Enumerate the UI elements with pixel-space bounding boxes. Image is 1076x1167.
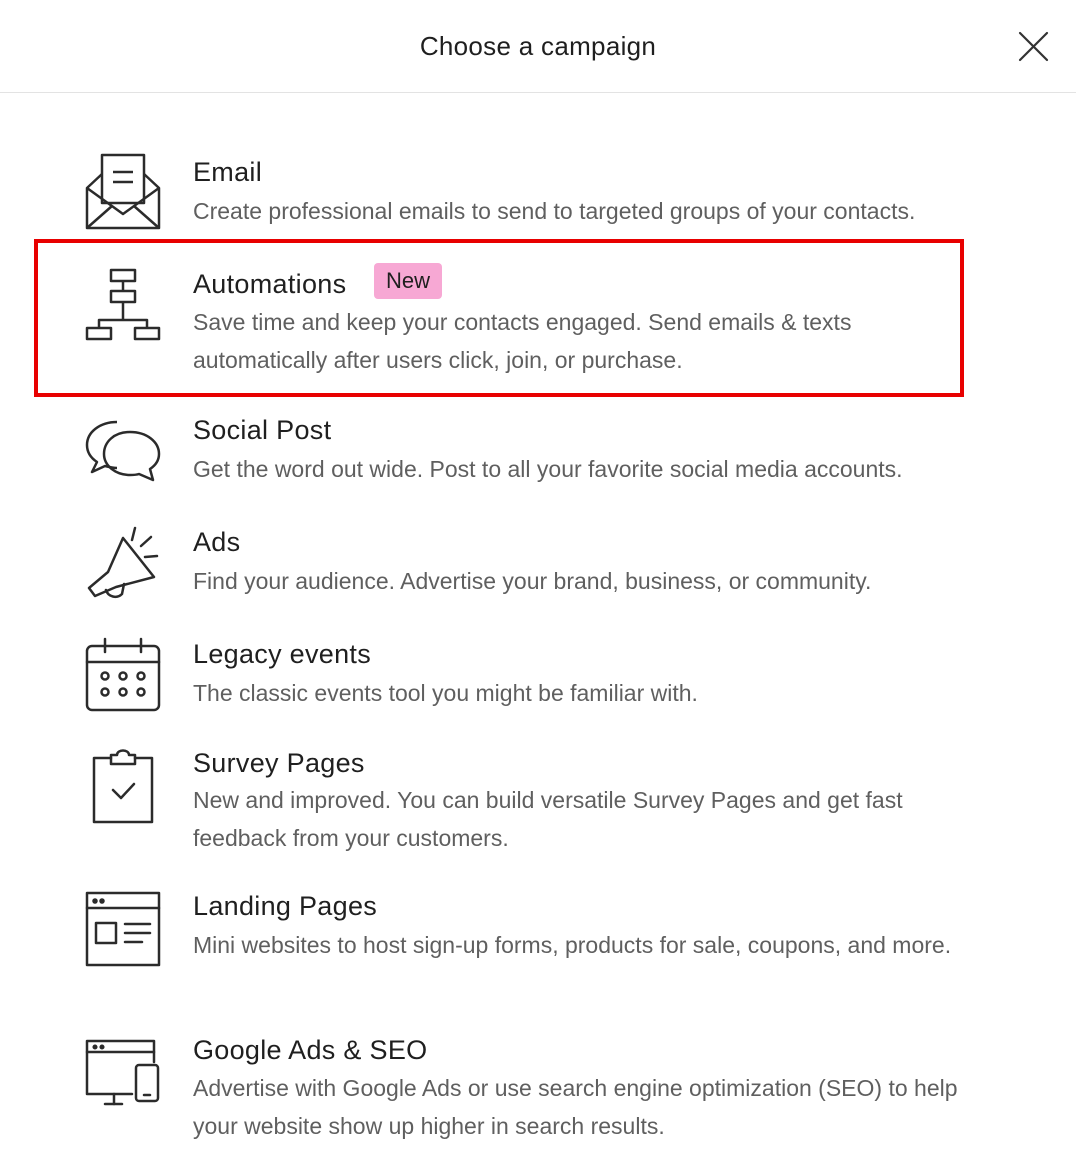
megaphone-icon [80, 524, 166, 604]
campaign-option-google-ads-seo[interactable]: Google Ads & SEO Advertise with Google A… [0, 1020, 1076, 1150]
option-title: Survey Pages [193, 748, 365, 778]
close-button[interactable] [1012, 26, 1054, 68]
new-badge: New [374, 263, 443, 299]
campaign-option-ads[interactable]: Ads Find your audience. Advertise your b… [0, 512, 1076, 612]
option-description: New and improved. You can build versatil… [193, 787, 903, 851]
campaign-option-landing-pages[interactable]: Landing Pages Mini websites to host sign… [0, 876, 1076, 1006]
campaign-option-social-post[interactable]: Social Post Get the word out wide. Post … [0, 400, 1076, 500]
campaign-option-automations[interactable]: Automations New Save time and keep your … [0, 250, 1076, 390]
campaign-option-legacy-events[interactable]: Legacy events The classic events tool yo… [0, 624, 1076, 724]
page-title: Choose a campaign [419, 31, 657, 61]
option-title: Legacy events [193, 639, 372, 669]
envelope-icon [80, 152, 166, 232]
option-description: Get the word out wide. Post to all your … [193, 456, 903, 482]
option-description: Mini websites to host sign-up forms, pro… [193, 932, 952, 958]
option-title: Social Post [193, 415, 332, 445]
option-description: Save time and keep your contacts engaged… [193, 309, 852, 373]
option-title: Landing Pages [193, 891, 378, 921]
devices-icon [80, 1038, 166, 1118]
campaign-option-survey-pages[interactable]: Survey Pages New and improved. You can b… [0, 734, 1076, 864]
option-title: Google Ads & SEO [193, 1035, 428, 1065]
close-icon[interactable] [1012, 26, 1054, 68]
clipboard-check-icon [80, 746, 166, 826]
flowchart-icon [80, 266, 166, 346]
option-title: Automations [193, 269, 347, 299]
option-title: Email [193, 157, 263, 187]
option-description: Create professional emails to send to ta… [193, 198, 916, 224]
option-description: The classic events tool you might be fam… [193, 680, 698, 706]
campaign-option-email[interactable]: Email Create professional emails to send… [0, 140, 1076, 240]
option-description: Find your audience. Advertise your brand… [193, 568, 872, 594]
chat-bubbles-icon [80, 414, 166, 494]
option-description: Advertise with Google Ads or use search … [193, 1075, 958, 1139]
calendar-icon [80, 636, 166, 716]
option-title: Ads [193, 527, 241, 557]
modal-header: Choose a campaign [0, 0, 1076, 93]
webpage-icon [80, 890, 166, 970]
